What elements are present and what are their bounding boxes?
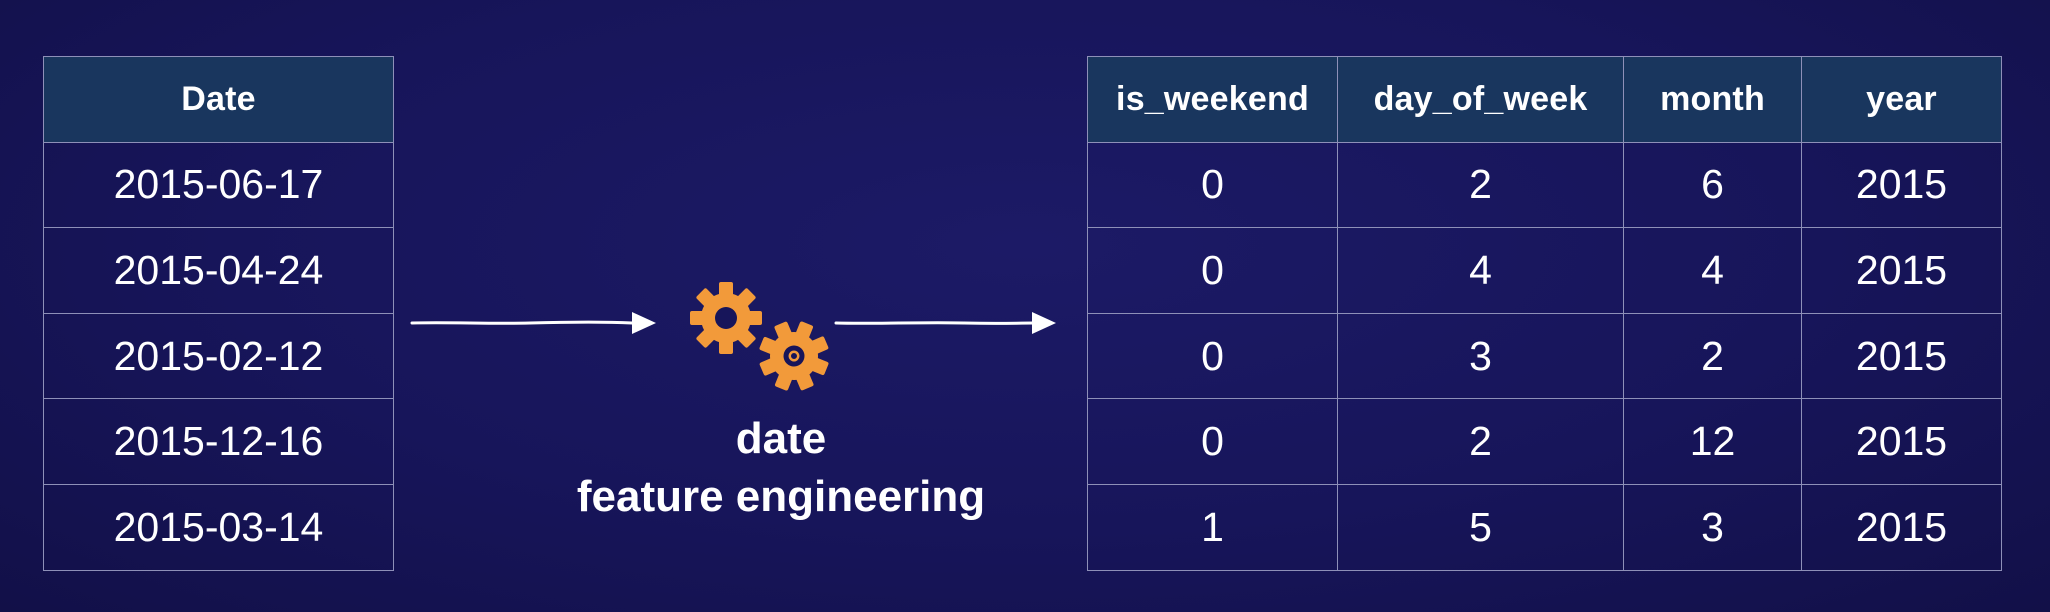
day-of-week-cell: 3 [1337, 312, 1624, 400]
month-cell: 2 [1623, 312, 1802, 400]
date-cell: 2015-06-17 [43, 141, 394, 229]
table-row: 2015-03-14 [43, 483, 394, 571]
arrow-right-icon [410, 312, 656, 334]
date-cell: 2015-03-14 [43, 483, 394, 571]
day-of-week-cell: 5 [1337, 483, 1624, 571]
input-date-table: Date 2015-06-17 2015-04-24 2015-02-12 20… [43, 56, 394, 571]
arrow-right-icon [834, 312, 1056, 334]
table-row: 0 2 6 2015 [1087, 141, 2002, 229]
table-row: 2015-06-17 [43, 141, 394, 229]
table-header-row: Date [43, 56, 394, 143]
table-row: 2015-04-24 [43, 227, 394, 314]
column-header-day-of-week: day_of_week [1337, 56, 1624, 143]
column-header-month: month [1623, 56, 1802, 143]
day-of-week-cell: 2 [1337, 398, 1624, 485]
column-header-is-weekend: is_weekend [1087, 56, 1338, 143]
table-row: 1 5 3 2015 [1087, 483, 2002, 571]
table-row: 0 4 4 2015 [1087, 227, 2002, 314]
year-cell: 2015 [1801, 483, 2002, 571]
year-cell: 2015 [1801, 312, 2002, 400]
month-cell: 3 [1623, 483, 1802, 571]
caption-line-2: feature engineering [576, 472, 986, 521]
is-weekend-cell: 0 [1087, 141, 1338, 229]
date-cell: 2015-12-16 [43, 398, 394, 485]
month-cell: 12 [1623, 398, 1802, 485]
month-cell: 4 [1623, 227, 1802, 314]
year-cell: 2015 [1801, 141, 2002, 229]
column-header-year: year [1801, 56, 2002, 143]
gear-icon [690, 282, 762, 354]
date-cell: 2015-04-24 [43, 227, 394, 314]
is-weekend-cell: 0 [1087, 312, 1338, 400]
gears-icon [690, 282, 829, 391]
caption-line-1: date [735, 414, 827, 463]
table-row: 0 3 2 2015 [1087, 312, 2002, 400]
is-weekend-cell: 0 [1087, 398, 1338, 485]
date-cell: 2015-02-12 [43, 312, 394, 400]
column-header-date: Date [43, 56, 394, 143]
output-features-table: is_weekend day_of_week month year 0 2 6 … [1087, 56, 2002, 571]
month-cell: 6 [1623, 141, 1802, 229]
is-weekend-cell: 0 [1087, 227, 1338, 314]
table-row: 0 2 12 2015 [1087, 398, 2002, 485]
process-caption: date feature engineering [520, 410, 1042, 526]
year-cell: 2015 [1801, 398, 2002, 485]
year-cell: 2015 [1801, 227, 2002, 314]
is-weekend-cell: 1 [1087, 483, 1338, 571]
table-header-row: is_weekend day_of_week month year [1087, 56, 2002, 143]
day-of-week-cell: 4 [1337, 227, 1624, 314]
table-row: 2015-02-12 [43, 312, 394, 400]
day-of-week-cell: 2 [1337, 141, 1624, 229]
table-row: 2015-12-16 [43, 398, 394, 485]
